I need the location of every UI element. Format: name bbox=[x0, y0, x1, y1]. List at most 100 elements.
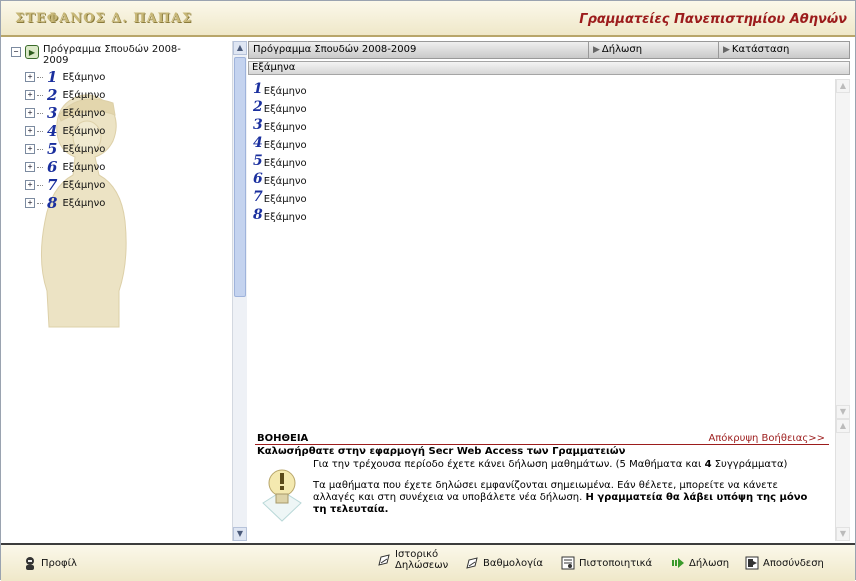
semester-label[interactable]: Εξάμηνο bbox=[264, 212, 307, 223]
semester-number: 5 bbox=[253, 153, 263, 169]
certificates-button[interactable]: Πιστοποιητικά bbox=[561, 556, 652, 570]
semester-link[interactable]: 5 Εξάμηνο bbox=[253, 151, 307, 169]
semester-link[interactable]: 7 Εξάμηνο bbox=[253, 187, 307, 205]
user-name-logo: ΣΤΕΦΑΝΟΣ Δ. ΠΑΠΑΣ bbox=[15, 11, 193, 26]
semester-label[interactable]: Εξάμηνο bbox=[264, 194, 307, 205]
tab-bar: Πρόγραμμα Σπουδών 2008-2009 ▶ Δήλωση ▶ Κατ… bbox=[248, 41, 850, 59]
history-label-line2: Δηλώσεων bbox=[395, 560, 449, 571]
help-paragraph-1: Για την τρέχουσα περίοδο έχετε κάνει δήλ… bbox=[313, 459, 787, 470]
logout-button[interactable]: Αποσύνδεση bbox=[745, 556, 824, 570]
program-folder-icon: ▶ bbox=[25, 45, 39, 59]
tab-declaration-label: Δήλωση bbox=[601, 44, 643, 55]
semester-link[interactable]: 1 Εξάμηνο bbox=[253, 79, 307, 97]
profile-button[interactable]: Προφίλ bbox=[23, 556, 77, 570]
expand-icon[interactable]: + bbox=[25, 126, 35, 136]
semester-number: 2 bbox=[47, 86, 58, 104]
semester-number: 5 bbox=[47, 140, 58, 158]
lightbulb-icon bbox=[262, 469, 302, 522]
tree-item[interactable]: + 6 Εξάμηνο bbox=[25, 158, 105, 176]
scroll-up-button[interactable]: ▲ bbox=[836, 419, 850, 433]
semesters-subheader: Εξάμηνα bbox=[248, 61, 850, 75]
expand-icon[interactable]: + bbox=[25, 198, 35, 208]
semester-label[interactable]: Εξάμηνο bbox=[264, 104, 307, 115]
tree-item[interactable]: + 5 Εξάμηνο bbox=[25, 140, 105, 158]
pencil-icon bbox=[378, 554, 390, 566]
declaration-label: Δήλωση bbox=[689, 557, 730, 569]
tree-item[interactable]: + 3 Εξάμηνο bbox=[25, 104, 105, 122]
hide-help-link[interactable]: Απόκρυψη Βοήθειας>> bbox=[708, 433, 825, 444]
semester-label[interactable]: Εξάμηνο bbox=[264, 86, 307, 97]
tree-item-label[interactable]: Εξάμηνο bbox=[62, 180, 105, 191]
semester-number: 1 bbox=[253, 81, 263, 97]
certificates-label: Πιστοποιητικά bbox=[579, 557, 653, 569]
scroll-thumb[interactable] bbox=[234, 57, 246, 297]
semester-number: 4 bbox=[253, 135, 263, 151]
help-welcome: Καλωσήρθατε στην εφαρμογή Secr Web Acces… bbox=[257, 446, 626, 457]
expand-icon[interactable]: + bbox=[25, 144, 35, 154]
tab-declaration[interactable]: ▶ Δήλωση bbox=[589, 42, 719, 58]
scroll-up-button[interactable]: ▲ bbox=[233, 41, 247, 55]
help-title: ΒΟΗΘΕΙΑ bbox=[257, 433, 309, 444]
tab-status[interactable]: ▶ Κατάσταση bbox=[719, 42, 849, 58]
scroll-down-button[interactable]: ▼ bbox=[836, 405, 850, 419]
semester-number: 8 bbox=[253, 207, 263, 223]
logout-icon bbox=[745, 556, 759, 570]
tree-root-label[interactable]: Πρόγραμμα Σπουδών 2008-2009 bbox=[43, 44, 203, 66]
tree-item-label[interactable]: Εξάμηνο bbox=[62, 144, 105, 155]
grades-button[interactable]: Βαθμολογία bbox=[465, 556, 543, 570]
semester-number: 6 bbox=[253, 171, 263, 187]
semester-label[interactable]: Εξάμηνο bbox=[264, 176, 307, 187]
content-scrollbar[interactable]: ▲ ▼ bbox=[835, 79, 850, 419]
declaration-button[interactable]: Δήλωση bbox=[671, 556, 729, 570]
help-divider bbox=[255, 444, 829, 445]
semester-label[interactable]: Εξάμηνο bbox=[264, 158, 307, 169]
arrow-right-icon bbox=[672, 558, 684, 568]
semester-number: 8 bbox=[47, 194, 58, 212]
tree-item-label[interactable]: Εξάμηνο bbox=[62, 108, 105, 119]
semester-link[interactable]: 3 Εξάμηνο bbox=[253, 115, 307, 133]
semester-number: 7 bbox=[253, 189, 263, 205]
tree-item-label[interactable]: Εξάμηνο bbox=[62, 90, 105, 101]
tab-program[interactable]: Πρόγραμμα Σπουδών 2008-2009 bbox=[249, 42, 589, 58]
tab-status-label: Κατάσταση bbox=[731, 44, 790, 55]
semester-link[interactable]: 4 Εξάμηνο bbox=[253, 133, 307, 151]
tree-item-label[interactable]: Εξάμηνο bbox=[62, 198, 105, 209]
semester-link[interactable]: 8 Εξάμηνο bbox=[253, 205, 307, 223]
tree-item[interactable]: + 7 Εξάμηνο bbox=[25, 176, 105, 194]
expand-icon[interactable]: + bbox=[25, 162, 35, 172]
expand-icon[interactable]: + bbox=[25, 108, 35, 118]
tree-item[interactable]: + 8 Εξάμηνο bbox=[25, 194, 105, 212]
header-bar: ΣΤΕΦΑΝΟΣ Δ. ΠΑΠΑΣ Γραμματείες Πανεπιστημ… bbox=[1, 1, 855, 37]
tree-root[interactable]: − ▶ Πρόγραμμα Σπουδών 2008-2009 bbox=[11, 44, 203, 66]
tree-item[interactable]: + 2 Εξάμηνο bbox=[25, 86, 105, 104]
profile-label: Προφίλ bbox=[41, 557, 77, 569]
help-text: Μαθήματα και bbox=[625, 459, 705, 470]
arrow-right-icon: ▶ bbox=[723, 45, 730, 55]
semester-label[interactable]: Εξάμηνο bbox=[264, 140, 307, 151]
semester-number: 7 bbox=[47, 176, 58, 194]
tree-item-label[interactable]: Εξάμηνο bbox=[62, 126, 105, 137]
help-scrollbar[interactable]: ▲ ▼ bbox=[835, 419, 850, 541]
app-window: ΣΤΕΦΑΝΟΣ Δ. ΠΑΠΑΣ Γραμματείες Πανεπιστημ… bbox=[0, 0, 856, 581]
tree-item-label[interactable]: Εξάμηνο bbox=[62, 162, 105, 173]
tree-item[interactable]: + 4 Εξάμηνο bbox=[25, 122, 105, 140]
collapse-icon[interactable]: − bbox=[11, 47, 21, 57]
history-button[interactable]: Ιστορικό Δηλώσεων bbox=[377, 549, 448, 571]
pencil-icon bbox=[466, 557, 478, 569]
semester-label[interactable]: Εξάμηνο bbox=[264, 122, 307, 133]
semester-number: 3 bbox=[47, 104, 58, 122]
left-scrollbar[interactable]: ▲ ▼ bbox=[232, 41, 247, 541]
expand-icon[interactable]: + bbox=[25, 72, 35, 82]
tree-item[interactable]: + 1 Εξάμηνο bbox=[25, 68, 105, 86]
semester-link[interactable]: 2 Εξάμηνο bbox=[253, 97, 307, 115]
scroll-up-button[interactable]: ▲ bbox=[836, 79, 850, 93]
scroll-down-button[interactable]: ▼ bbox=[233, 527, 247, 541]
semester-number: 4 bbox=[47, 122, 58, 140]
semester-link[interactable]: 6 Εξάμηνο bbox=[253, 169, 307, 187]
certificate-icon bbox=[561, 556, 575, 570]
tree-item-label[interactable]: Εξάμηνο bbox=[62, 72, 105, 83]
tab-program-label: Πρόγραμμα Σπουδών 2008-2009 bbox=[253, 44, 417, 55]
expand-icon[interactable]: + bbox=[25, 180, 35, 190]
expand-icon[interactable]: + bbox=[25, 90, 35, 100]
scroll-down-button[interactable]: ▼ bbox=[836, 527, 850, 541]
